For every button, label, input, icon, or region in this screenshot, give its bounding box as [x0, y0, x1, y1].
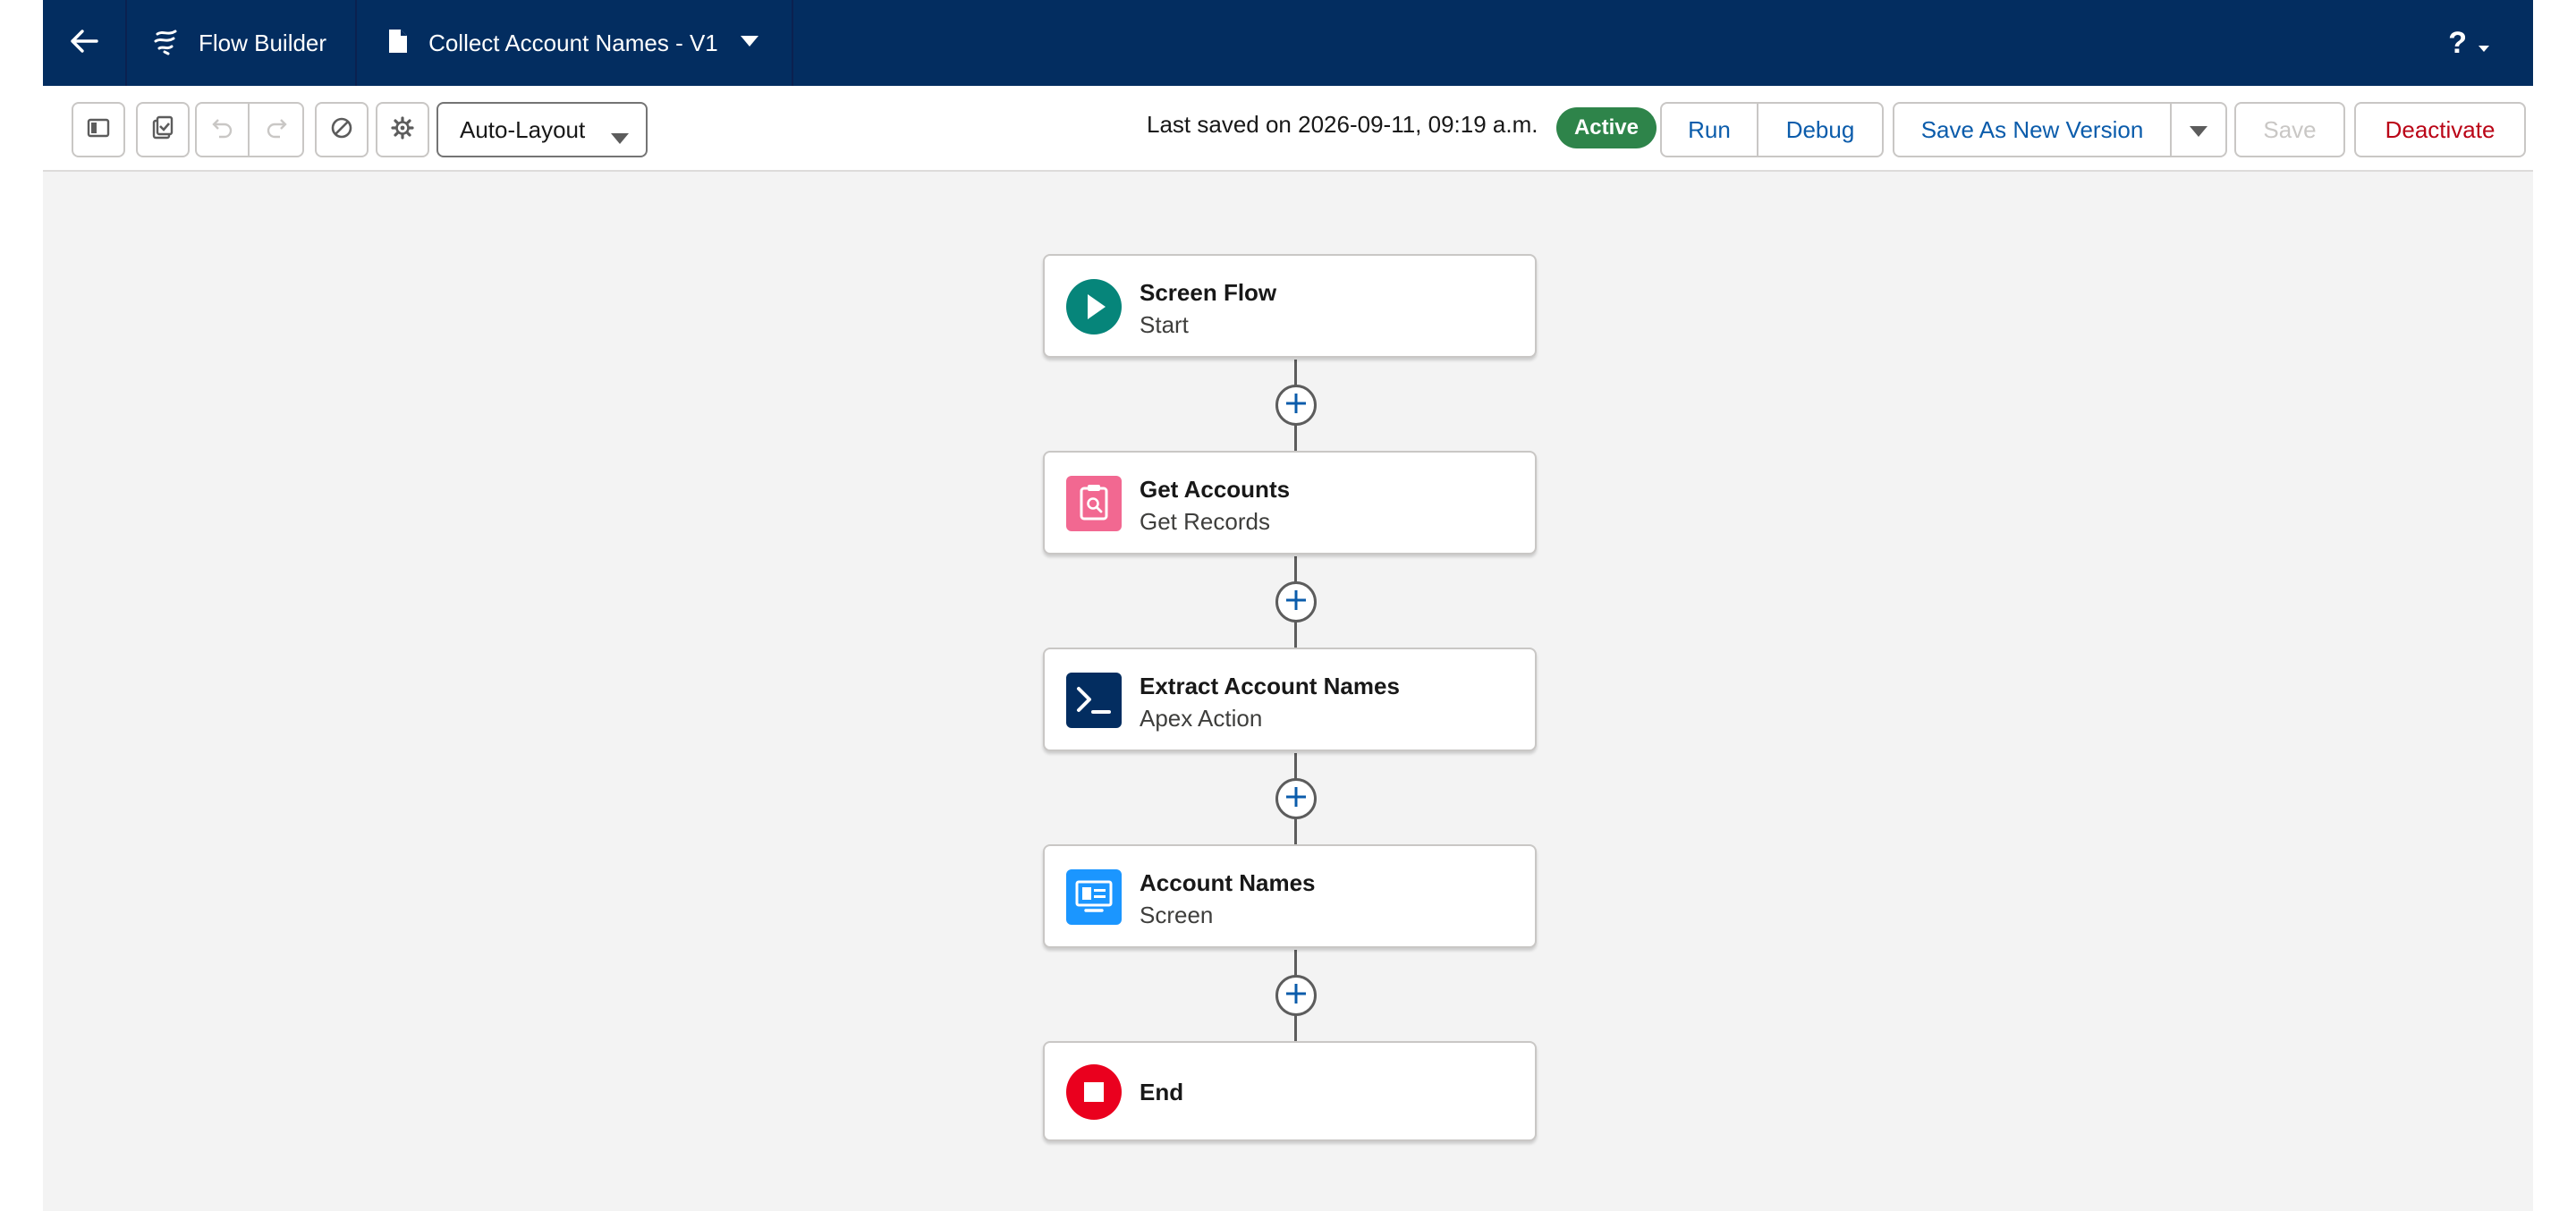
- node-subtitle: Screen: [1140, 902, 1214, 928]
- add-element-button[interactable]: [1275, 778, 1317, 819]
- top-nav-bar: Flow Builder Collect Account Names - V1 …: [43, 0, 2533, 86]
- node-title: Account Names: [1140, 869, 1316, 896]
- arrow-left-icon: [70, 29, 98, 58]
- plus-icon: [1284, 785, 1308, 813]
- add-element-button[interactable]: [1275, 581, 1317, 622]
- node-title: End: [1140, 1079, 1184, 1105]
- flow-settings-button[interactable]: [376, 102, 429, 157]
- help-menu-button[interactable]: ?: [2448, 0, 2533, 86]
- flow-node-screen[interactable]: Account Names Screen: [1043, 844, 1537, 948]
- save-options-menu-button[interactable]: [2170, 102, 2227, 157]
- chevron-down-icon: [610, 123, 630, 151]
- undo-redo-group: [195, 102, 304, 157]
- back-button[interactable]: [43, 0, 127, 86]
- debug-button[interactable]: Debug: [1757, 102, 1884, 157]
- plus-icon: [1284, 589, 1308, 616]
- redo-button[interactable]: [250, 104, 302, 156]
- run-button[interactable]: Run: [1660, 102, 1758, 157]
- play-icon: [1066, 279, 1122, 335]
- panel-left-icon: [87, 118, 110, 142]
- ban-icon: [330, 116, 353, 144]
- flow-file-name: Collect Account Names - V1: [428, 29, 718, 56]
- node-subtitle: Start: [1140, 311, 1189, 338]
- save-button[interactable]: Save: [2234, 102, 2345, 157]
- node-subtitle: Get Records: [1140, 508, 1270, 535]
- node-subtitle: Apex Action: [1140, 705, 1263, 732]
- chevron-down-icon: [740, 35, 759, 52]
- plus-icon: [1284, 392, 1308, 419]
- undo-button[interactable]: [197, 104, 250, 156]
- plus-icon: [1284, 982, 1308, 1010]
- node-title: Get Accounts: [1140, 476, 1291, 503]
- layout-mode-value: Auto-Layout: [460, 115, 586, 143]
- cancel-button[interactable]: [315, 102, 369, 157]
- flow-canvas[interactable]: Screen Flow Start Get Accounts Get Recor…: [43, 172, 2533, 1211]
- last-saved-text: Last saved on 2026-09-11, 09:19 a.m.: [1147, 111, 1538, 138]
- flow-node-apex-action[interactable]: Extract Account Names Apex Action: [1043, 648, 1537, 751]
- flow-node-end[interactable]: End: [1043, 1041, 1537, 1141]
- redo-icon: [265, 116, 288, 144]
- app-name: Flow Builder: [199, 29, 327, 56]
- toggle-toolbox-button[interactable]: [72, 102, 125, 157]
- screen-icon: [1066, 869, 1122, 925]
- node-title: Extract Account Names: [1140, 673, 1400, 699]
- flow-version-selector[interactable]: Collect Account Names - V1: [357, 0, 793, 86]
- undo-icon: [211, 116, 234, 144]
- flow-builder-home[interactable]: Flow Builder: [127, 0, 358, 86]
- node-title: Screen Flow: [1140, 279, 1277, 306]
- document-icon: [387, 28, 409, 59]
- flow-builder-logo-icon: [152, 27, 181, 60]
- status-badge: Active: [1556, 107, 1657, 148]
- flow-toolbar: Auto-Layout Last saved on 2026-09-11, 09…: [43, 86, 2533, 172]
- apex-terminal-icon: [1066, 673, 1122, 728]
- record-lookup-icon: [1066, 476, 1122, 531]
- flow-builder-app: Flow Builder Collect Account Names - V1 …: [43, 0, 2533, 1211]
- save-as-new-version-button[interactable]: Save As New Version: [1893, 102, 2172, 157]
- flow-node-start[interactable]: Screen Flow Start: [1043, 254, 1537, 358]
- left-margin: [0, 0, 43, 1211]
- gear-icon: [391, 115, 414, 144]
- stop-icon: [1066, 1064, 1122, 1120]
- flow-node-get-records[interactable]: Get Accounts Get Records: [1043, 451, 1537, 555]
- layout-mode-select[interactable]: Auto-Layout: [436, 102, 648, 157]
- check-errors-button[interactable]: [136, 102, 190, 157]
- clipboard-check-icon: [151, 115, 174, 145]
- add-element-button[interactable]: [1275, 975, 1317, 1016]
- chevron-down-icon: [2478, 26, 2490, 61]
- deactivate-button[interactable]: Deactivate: [2354, 102, 2526, 157]
- add-element-button[interactable]: [1275, 385, 1317, 426]
- help-icon: ?: [2448, 25, 2467, 60]
- chevron-down-icon: [2189, 116, 2208, 144]
